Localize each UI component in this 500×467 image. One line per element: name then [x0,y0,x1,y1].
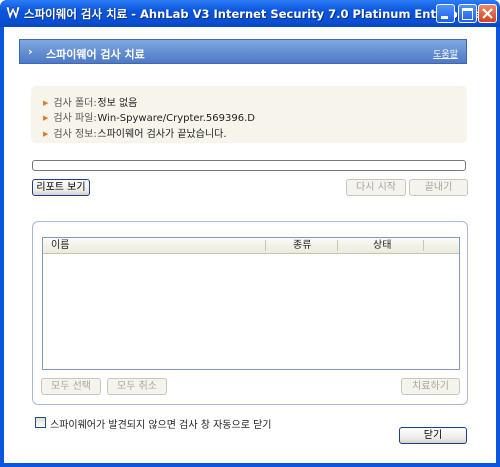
ahnlab-v3-icon [5,6,21,21]
status-label: 검사 정보: [53,129,97,140]
stop-button[interactable]: 끝내기 [409,179,468,196]
auto-close-checkbox[interactable] [35,417,46,428]
treat-button[interactable]: 치료하기 [401,378,460,395]
cancel-all-button[interactable]: 모두 취소 [107,378,167,395]
scan-info-panel: ▶ 검사 폴더:정보 없음 ▶ 검사 파일:Win-Spyware/Crypter.… [31,86,467,143]
auto-close-label[interactable]: 스파이웨어가 발견되지 않으면 검사 창 자동으로 닫기 [50,416,271,431]
restart-button[interactable]: 다시 시작 [346,179,406,196]
report-button[interactable]: 리포트 보기 [32,179,90,196]
select-all-button[interactable]: 모두 선택 [41,378,101,395]
close-window-button[interactable] [478,4,497,23]
minimize-button[interactable] [436,4,455,23]
window-title: 스파이웨어 검사 치료 - AhnLab V3 Internet Securit… [24,7,482,21]
section-title: 스파이웨어 검사 치료 [46,48,145,61]
dialog-body: › 스파이웨어 검사 치료 도움말 ▶ 검사 폴더:정보 없음 ▶ 검사 파일:Wi… [4,27,496,463]
close-icon [482,8,493,19]
chevron-right-icon: › [28,45,33,58]
column-type[interactable]: 종류 [293,238,311,253]
file-label: 검사 파일: [53,113,97,124]
section-header: › 스파이웨어 검사 치료 도움말 [19,39,467,64]
results-group: 이름 종류 상태 모두 선택 모두 취소 치료하기 [32,221,468,405]
column-name[interactable]: 이름 [51,238,69,253]
bullet-icon: ▶ [43,130,49,138]
info-row-status: ▶ 검사 정보:스파이웨어 검사가 끝났습니다. [43,125,227,140]
bullet-icon: ▶ [43,114,49,122]
info-row-folder: ▶ 검사 폴더:정보 없음 [43,94,138,109]
column-status[interactable]: 상태 [373,238,391,253]
column-divider [337,240,338,251]
status-value: 스파이웨어 검사가 끝났습니다. [97,129,227,140]
maximize-button[interactable] [458,4,477,23]
folder-value: 정보 없음 [97,98,138,109]
info-row-file: ▶ 검사 파일:Win-Spyware/Crypter.569396.D [43,109,255,124]
bullet-icon: ▶ [43,99,49,107]
app-window: 스파이웨어 검사 치료 - AhnLab V3 Internet Securit… [0,0,500,467]
list-header: 이름 종류 상태 [43,238,459,254]
file-value: Win-Spyware/Crypter.569396.D [97,113,255,124]
folder-label: 검사 폴더: [53,98,97,109]
column-divider [423,240,424,251]
help-link[interactable]: 도움말 [433,47,458,60]
column-divider [265,240,266,251]
title-bar[interactable]: 스파이웨어 검사 치료 - AhnLab V3 Internet Securit… [0,0,500,27]
close-button[interactable]: 닫기 [399,427,467,444]
scan-progress-bar [32,160,466,171]
results-list[interactable]: 이름 종류 상태 [42,237,460,370]
